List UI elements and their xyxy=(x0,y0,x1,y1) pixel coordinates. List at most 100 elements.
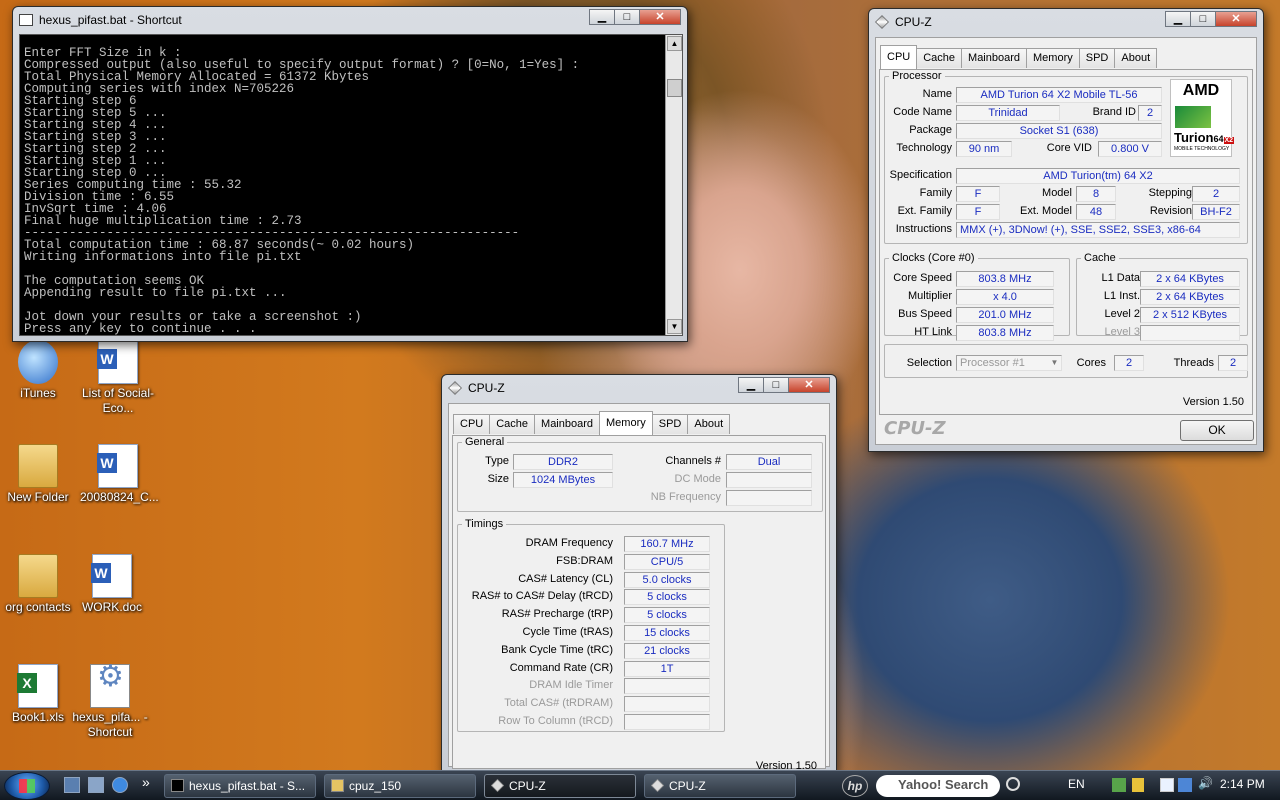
folder-icon xyxy=(18,444,58,488)
extfamily-label: Ext. Family xyxy=(897,205,952,217)
itunes-icon xyxy=(18,340,58,384)
volume-icon[interactable]: 🔊 xyxy=(1198,776,1213,790)
tab-spd[interactable]: SPD xyxy=(1078,48,1116,68)
console-text: Enter FFT Size in k : Compressed output … xyxy=(24,46,580,336)
package-label: Package xyxy=(909,124,952,136)
chevron-down-icon[interactable]: ▼ xyxy=(1048,356,1061,370)
taskbar-task-cpuz-2[interactable]: CPU-Z xyxy=(644,774,796,798)
specification-value: AMD Turion(tm) 64 X2 xyxy=(956,168,1240,184)
maximize-button[interactable]: □ xyxy=(763,377,789,393)
timing-value: 5 clocks xyxy=(624,589,710,606)
extmodel-value: 48 xyxy=(1076,204,1116,220)
folder-icon xyxy=(331,779,344,792)
tab-memory[interactable]: Memory xyxy=(599,411,653,435)
busspeed-value: 201.0 MHz xyxy=(956,307,1054,323)
revision-label: Revision xyxy=(1149,205,1192,217)
nbfreq-value xyxy=(726,490,812,506)
desktop-icon-20080824[interactable]: 20080824_C... xyxy=(80,444,159,505)
desktop-icon-hexus-shortcut[interactable]: hexus_pifa... - Shortcut xyxy=(72,664,148,740)
tab-cache[interactable]: Cache xyxy=(916,48,963,68)
language-indicator[interactable]: EN xyxy=(1068,777,1085,791)
stepping-label: Stepping xyxy=(1148,187,1192,199)
console-titlebar[interactable]: hexus_pifast.bat - Shortcut ▁ □ ✕ xyxy=(13,7,687,33)
tab-cpu[interactable]: CPU xyxy=(453,414,491,434)
cpuz-cpu-window[interactable]: CPU-Z ▁ □ ✕ CPU Cache Mainboard Memory S… xyxy=(868,8,1264,452)
cpuz-memory-body: CPU Cache Mainboard Memory SPD About Gen… xyxy=(448,403,830,772)
yahoo-search-box[interactable]: Yahoo! Search xyxy=(876,775,1000,797)
memory-tab-panel: General Type DDR2 Size 1024 MBytes Chann… xyxy=(452,435,826,772)
taskbar-task-cpuz150[interactable]: cpuz_150 xyxy=(324,774,476,798)
cpuz-memory-window[interactable]: CPU-Z ▁ □ ✕ CPU Cache Mainboard Memory S… xyxy=(441,374,837,774)
console-scrollbar[interactable]: ▲ ▼ xyxy=(665,35,682,335)
tab-spd[interactable]: SPD xyxy=(651,414,689,434)
search-icon[interactable] xyxy=(1006,777,1020,791)
tab-mainboard[interactable]: Mainboard xyxy=(961,48,1028,68)
l1data-label: L1 Data xyxy=(1101,272,1140,284)
cores-value: 2 xyxy=(1114,355,1144,371)
htlink-value: 803.8 MHz xyxy=(956,325,1054,341)
desktop-icon-label: 20080824_C... xyxy=(80,490,159,504)
channels-value: Dual xyxy=(726,454,812,470)
tab-memory[interactable]: Memory xyxy=(1026,48,1080,68)
cpuz-brand-logo: CPU-Z xyxy=(884,418,946,439)
quick-launch-chevron[interactable]: » xyxy=(142,774,150,790)
taskbar-task-console[interactable]: hexus_pifast.bat - S... xyxy=(164,774,316,798)
tab-cpu[interactable]: CPU xyxy=(880,45,918,69)
desktop-icon-list-of-social[interactable]: List of Social-Eco... xyxy=(80,340,156,416)
timing-value: 21 clocks xyxy=(624,642,710,659)
cpuz-titlebar[interactable]: CPU-Z ▁ □ ✕ xyxy=(869,9,1263,35)
cpuz-cpu-body: CPU Cache Mainboard Memory SPD About Pro… xyxy=(875,37,1257,445)
selection-dropdown[interactable]: Processor #1 xyxy=(956,355,1062,371)
stepping-value: 2 xyxy=(1192,186,1240,202)
console-window[interactable]: hexus_pifast.bat - Shortcut ▁ □ ✕ Enter … xyxy=(12,6,688,342)
minimize-button[interactable]: ▁ xyxy=(738,377,764,393)
close-button[interactable]: ✕ xyxy=(1215,11,1257,27)
tray-shield-icon[interactable] xyxy=(1132,778,1144,792)
maximize-button[interactable]: □ xyxy=(1190,11,1216,27)
tray-network-icon[interactable] xyxy=(1112,778,1126,792)
word-doc-icon xyxy=(91,554,132,598)
desktop-icon-new-folder[interactable]: New Folder xyxy=(0,444,76,505)
desktop-icon-work-doc[interactable]: WORK.doc xyxy=(74,554,150,615)
scroll-thumb[interactable] xyxy=(667,79,682,97)
close-button[interactable]: ✕ xyxy=(788,377,830,393)
tab-mainboard[interactable]: Mainboard xyxy=(534,414,601,434)
tab-strip: CPU Cache Mainboard Memory SPD About xyxy=(453,411,731,435)
timing-label: Bank Cycle Time (tRC) xyxy=(501,643,613,656)
family-value: F xyxy=(956,186,1000,202)
desktop-icon-book1[interactable]: Book1.xls xyxy=(0,664,76,725)
console-output-area[interactable]: Enter FFT Size in k : Compressed output … xyxy=(19,34,683,336)
switch-windows-icon[interactable] xyxy=(88,777,104,793)
minimize-button[interactable]: ▁ xyxy=(589,9,615,25)
tray-computer-icon[interactable] xyxy=(1178,778,1192,792)
tab-cache[interactable]: Cache xyxy=(489,414,536,434)
codename-value: Trinidad xyxy=(956,105,1060,121)
ok-button[interactable]: OK xyxy=(1180,420,1254,441)
internet-explorer-icon[interactable] xyxy=(112,777,128,793)
scroll-up-arrow-icon[interactable]: ▲ xyxy=(667,36,682,51)
technology-label: Technology xyxy=(896,142,952,154)
clock[interactable]: 2:14 PM xyxy=(1220,777,1265,791)
window-title: CPU-Z xyxy=(468,381,505,395)
tray-device-icon[interactable] xyxy=(1160,778,1174,792)
scroll-down-arrow-icon[interactable]: ▼ xyxy=(667,319,682,334)
timing-value: CPU/5 xyxy=(624,553,710,570)
show-desktop-icon[interactable] xyxy=(64,777,80,793)
minimize-button[interactable]: ▁ xyxy=(1165,11,1191,27)
desktop-icon-org-contacts[interactable]: org contacts xyxy=(0,554,76,615)
taskbar-task-cpuz-1[interactable]: CPU-Z xyxy=(484,774,636,798)
l1inst-label: L1 Inst. xyxy=(1103,290,1140,302)
batch-shortcut-icon xyxy=(90,664,130,708)
timing-label: FSB:DRAM xyxy=(556,554,613,567)
tab-about[interactable]: About xyxy=(1114,48,1158,68)
turion-logo-text: Turion xyxy=(1174,130,1214,145)
size-value: 1024 MBytes xyxy=(513,472,613,488)
hp-logo-icon[interactable]: hp xyxy=(842,775,868,797)
tab-about[interactable]: About xyxy=(687,414,731,434)
maximize-button[interactable]: □ xyxy=(614,9,640,25)
close-button[interactable]: ✕ xyxy=(639,9,681,25)
start-button[interactable] xyxy=(4,772,50,800)
model-label: Model xyxy=(1042,187,1072,199)
desktop-icon-itunes[interactable]: iTunes xyxy=(0,340,76,401)
cpuz-titlebar[interactable]: CPU-Z ▁ □ ✕ xyxy=(442,375,836,401)
